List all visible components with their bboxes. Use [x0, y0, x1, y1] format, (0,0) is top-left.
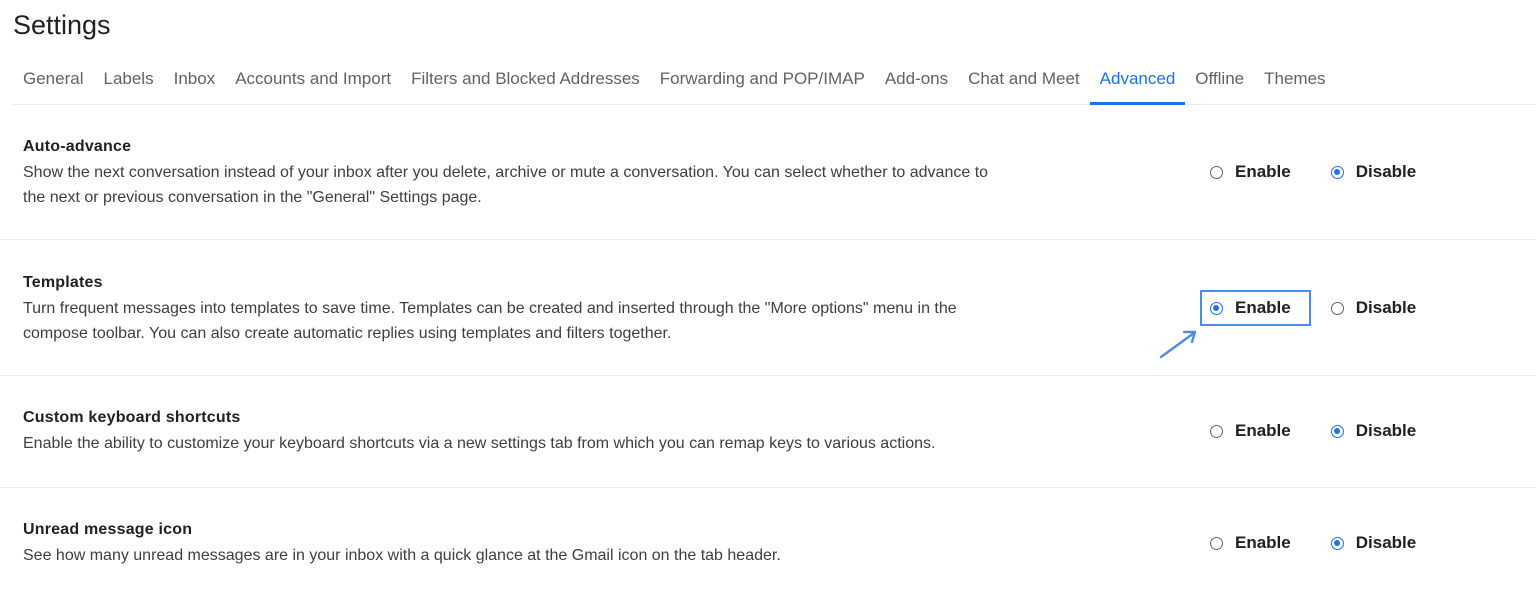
tab-chat-and-meet[interactable]: Chat and Meet [958, 58, 1090, 104]
setting-options: Enable Disable [1210, 297, 1416, 319]
tab-inbox[interactable]: Inbox [164, 58, 226, 104]
advanced-settings-list: Auto-advance Show the next conversation … [0, 104, 1536, 594]
setting-row-unread-message-icon: Unread message icon See how many unread … [0, 488, 1536, 594]
tab-accounts-and-import[interactable]: Accounts and Import [225, 58, 401, 104]
setting-options: Enable Disable [1210, 532, 1416, 554]
radio-unchecked-icon[interactable] [1330, 301, 1344, 315]
option-label: Enable [1235, 298, 1291, 317]
tab-offline[interactable]: Offline [1185, 58, 1254, 104]
tab-add-ons[interactable]: Add-ons [875, 58, 958, 104]
setting-description: Enable the ability to customize your key… [23, 431, 1123, 456]
setting-description: Turn frequent messages into templates to… [23, 296, 1123, 346]
setting-title: Unread message icon [23, 521, 193, 538]
tab-themes[interactable]: Themes [1254, 58, 1335, 104]
auto-advance-enable-option[interactable]: Enable [1210, 161, 1291, 183]
setting-text: Unread message icon See how many unread … [23, 520, 1123, 568]
auto-advance-disable-option[interactable]: Disable [1330, 161, 1417, 183]
setting-description-line: See how many unread messages are in your… [23, 547, 781, 564]
setting-row-auto-advance: Auto-advance Show the next conversation … [0, 104, 1536, 240]
setting-options: Enable Disable [1210, 420, 1416, 442]
tab-advanced[interactable]: Advanced [1089, 58, 1186, 105]
option-label: Disable [1355, 162, 1417, 181]
setting-description-line: Turn frequent messages into templates to… [23, 300, 957, 317]
custom-keyboard-shortcuts-disable-option[interactable]: Disable [1330, 420, 1417, 442]
setting-title: Templates [23, 274, 103, 291]
setting-options: Enable Disable [1210, 161, 1416, 183]
settings-tabs: General Labels Inbox Accounts and Import… [13, 58, 1536, 105]
option-label: Disable [1355, 298, 1417, 317]
page-title: Settings [13, 10, 111, 40]
radio-checked-icon[interactable] [1330, 424, 1344, 438]
setting-description-line: compose toolbar. You can also create aut… [23, 325, 672, 342]
option-label: Disable [1355, 421, 1417, 440]
unread-message-icon-enable-option[interactable]: Enable [1210, 532, 1291, 554]
option-label: Enable [1235, 421, 1291, 440]
setting-description-line: the next or previous conversation in the… [23, 189, 482, 206]
unread-message-icon-disable-option[interactable]: Disable [1330, 532, 1417, 554]
tab-general[interactable]: General [13, 58, 93, 104]
tab-labels[interactable]: Labels [93, 58, 163, 104]
setting-description-line: Enable the ability to customize your key… [23, 435, 936, 452]
radio-checked-icon[interactable] [1330, 165, 1344, 179]
templates-enable-option[interactable]: Enable [1210, 297, 1291, 319]
setting-row-templates: Templates Turn frequent messages into te… [0, 240, 1536, 376]
templates-disable-option[interactable]: Disable [1330, 297, 1417, 319]
radio-unchecked-icon[interactable] [1210, 424, 1223, 438]
tab-forwarding-and-pop-imap[interactable]: Forwarding and POP/IMAP [650, 58, 875, 104]
setting-text: Auto-advance Show the next conversation … [23, 137, 1123, 210]
setting-title: Custom keyboard shortcuts [23, 409, 241, 426]
setting-text: Custom keyboard shortcuts Enable the abi… [23, 408, 1123, 456]
radio-checked-icon[interactable] [1210, 301, 1223, 315]
option-label: Enable [1235, 533, 1291, 552]
radio-unchecked-icon[interactable] [1210, 165, 1223, 179]
setting-description: Show the next conversation instead of yo… [23, 160, 1123, 210]
setting-title: Auto-advance [23, 138, 132, 155]
radio-unchecked-icon[interactable] [1210, 536, 1223, 550]
custom-keyboard-shortcuts-enable-option[interactable]: Enable [1210, 420, 1291, 442]
tab-filters-and-blocked-addresses[interactable]: Filters and Blocked Addresses [401, 58, 650, 104]
radio-checked-icon[interactable] [1330, 536, 1344, 550]
setting-text: Templates Turn frequent messages into te… [23, 273, 1123, 346]
setting-description: See how many unread messages are in your… [23, 543, 1123, 568]
option-label: Disable [1355, 533, 1417, 552]
setting-description-line: Show the next conversation instead of yo… [23, 164, 989, 181]
setting-row-custom-keyboard-shortcuts: Custom keyboard shortcuts Enable the abi… [0, 376, 1536, 488]
option-label: Enable [1235, 162, 1291, 181]
